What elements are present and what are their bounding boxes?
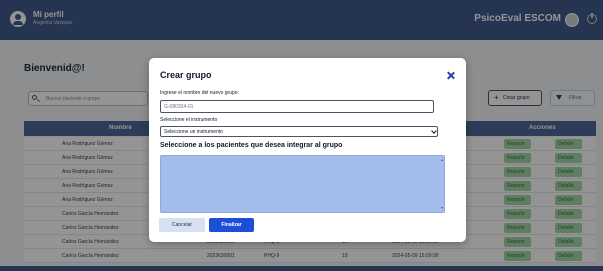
create-group-modal: Crear grupo Ingrese el nombre del nuevo … — [149, 58, 466, 242]
finish-button[interactable]: Finalizar — [209, 218, 254, 232]
instrument-label: Seleccione el instrumento — [160, 117, 218, 123]
group-name-input[interactable]: G-080324-01 — [160, 100, 434, 113]
close-icon[interactable] — [446, 71, 456, 81]
instrument-select-value: Seleccione un instrumento — [164, 129, 223, 135]
patients-section-title: Seleccione a los pacientes que desea int… — [160, 142, 343, 149]
group-name-label: Ingrese el nombre del nuevo grupo: — [160, 90, 239, 96]
scroll-up-icon[interactable] — [441, 159, 443, 161]
modal-title: Crear grupo — [160, 70, 212, 80]
instrument-select[interactable]: Seleccione un instrumento — [160, 126, 438, 137]
scroll-down-icon[interactable] — [441, 207, 443, 209]
patients-list[interactable] — [160, 155, 445, 213]
chevron-down-icon — [431, 128, 437, 134]
cancel-button[interactable]: Cancelar — [159, 218, 205, 232]
